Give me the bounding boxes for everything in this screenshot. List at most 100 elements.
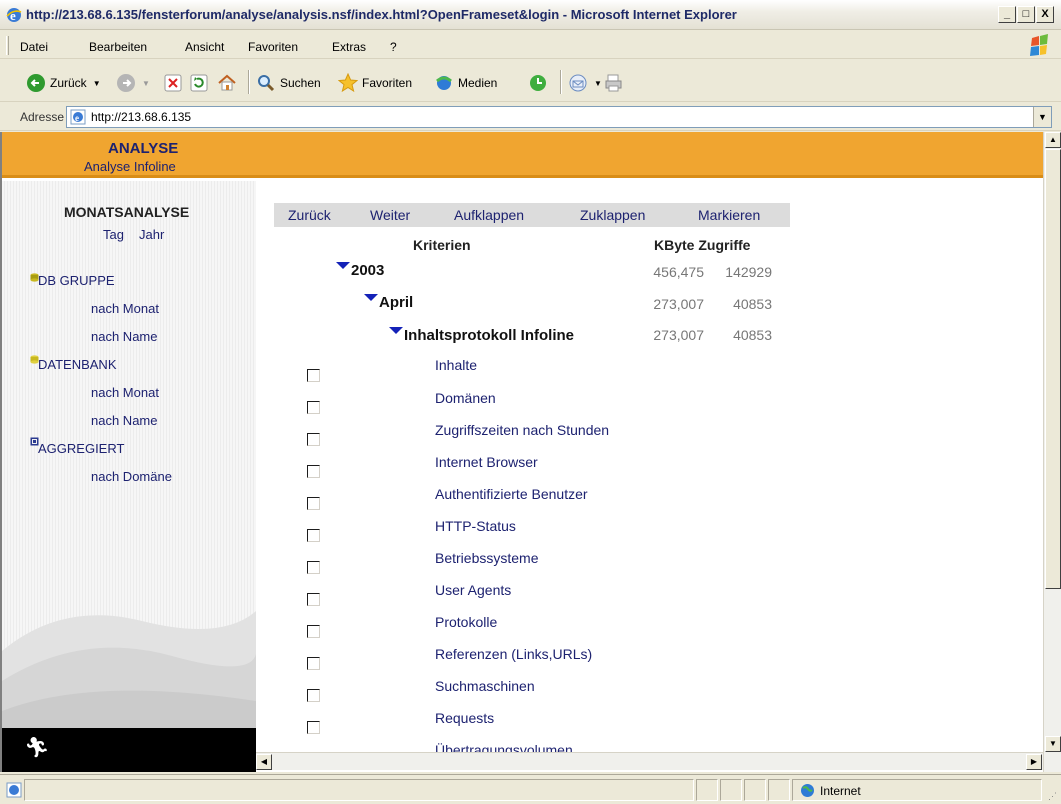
checkbox-inhalte[interactable]: [307, 369, 320, 382]
action-zurueck[interactable]: Zurück: [288, 207, 331, 223]
minimize-button[interactable]: _: [998, 6, 1016, 23]
report-link-domaenen[interactable]: Domänen: [435, 390, 496, 406]
menu-favoriten[interactable]: Favoriten: [248, 40, 298, 54]
media-icon: [436, 76, 452, 90]
history-icon: [530, 75, 546, 91]
report-link-zugriffszeiten[interactable]: Zugriffszeiten nach Stunden: [435, 422, 609, 438]
print-button[interactable]: [604, 72, 628, 94]
report-link-betriebssysteme[interactable]: Betriebssysteme: [435, 550, 538, 566]
resize-grip-icon[interactable]: ⋰: [1048, 791, 1057, 802]
favorites-button[interactable]: Favoriten: [338, 72, 412, 94]
search-label: Suchen: [280, 76, 321, 90]
report-link-http-status[interactable]: HTTP-Status: [435, 518, 516, 534]
report-link-authentifizierte-benutzer[interactable]: Authentifizierte Benutzer: [435, 486, 588, 502]
report-link-requests[interactable]: Requests: [435, 710, 494, 726]
checkbox-requests[interactable]: [307, 721, 320, 734]
checkbox-referenzen[interactable]: [307, 657, 320, 670]
expand-triangle-icon[interactable]: [389, 327, 403, 334]
action-markieren[interactable]: Markieren: [698, 207, 760, 223]
sidebar-link-db-gruppe-monat[interactable]: nach Monat: [91, 301, 159, 316]
horizontal-scrollbar[interactable]: ◀ ▶: [256, 752, 1043, 770]
maximize-button[interactable]: □: [1017, 6, 1035, 23]
sidebar-link-aggregiert-domaene[interactable]: nach Domäne: [91, 469, 172, 484]
address-dropdown-icon[interactable]: ▼: [1033, 107, 1051, 127]
mail-button[interactable]: ▼: [568, 72, 602, 94]
status-message: [24, 779, 694, 801]
action-weiter[interactable]: Weiter: [370, 207, 410, 223]
running-man-icon[interactable]: 🏃︎: [24, 735, 49, 760]
checkbox-protokolle[interactable]: [307, 625, 320, 638]
tree-node-label: April: [379, 294, 414, 311]
tree-node-2003[interactable]: 2003: [336, 262, 384, 279]
action-zuklappen[interactable]: Zuklappen: [580, 207, 645, 223]
tree-node-inhaltsprotokoll[interactable]: Inhaltsprotokoll Infoline: [389, 327, 574, 344]
ie-logo-icon: e: [6, 8, 22, 23]
sidebar-link-tag[interactable]: Tag: [103, 227, 124, 242]
window-titlebar: e http://213.68.6.135/fensterforum/analy…: [0, 0, 1061, 30]
toolbar-grip[interactable]: [6, 36, 9, 55]
refresh-button[interactable]: [190, 72, 212, 94]
checkbox-http-status[interactable]: [307, 529, 320, 542]
sidebar-item-aggregiert[interactable]: AGGREGIERT: [38, 441, 124, 456]
menu-bar: Datei Bearbeiten Ansicht Favoriten Extra…: [0, 32, 1061, 59]
sidebar-link-db-gruppe-name[interactable]: nach Name: [91, 329, 157, 344]
report-link-user-agents[interactable]: User Agents: [435, 582, 511, 598]
checkbox-user-agents[interactable]: [307, 593, 320, 606]
menu-datei[interactable]: Datei: [20, 40, 48, 54]
search-icon: [258, 75, 275, 92]
checkbox-internet-browser[interactable]: [307, 465, 320, 478]
close-button[interactable]: X: [1036, 6, 1054, 23]
mail-dropdown-icon[interactable]: ▼: [594, 79, 602, 88]
address-label: Adresse: [20, 110, 65, 124]
vertical-scroll-thumb[interactable]: [1045, 149, 1061, 589]
tree-node-april[interactable]: April: [364, 294, 413, 311]
back-dropdown-icon[interactable]: ▼: [93, 79, 101, 88]
menu-help[interactable]: ?: [390, 40, 397, 54]
report-link-suchmaschinen[interactable]: Suchmaschinen: [435, 678, 535, 694]
report-link-referenzen[interactable]: Referenzen (Links,URLs): [435, 646, 592, 662]
checkbox-domaenen[interactable]: [307, 401, 320, 414]
sidebar-title: MONATSANALYSE: [64, 204, 190, 220]
action-aufklappen[interactable]: Aufklappen: [454, 207, 524, 223]
vertical-scrollbar[interactable]: ▲ ▼: [1043, 132, 1061, 772]
search-button[interactable]: Suchen: [256, 72, 321, 94]
sidebar-link-jahr[interactable]: Jahr: [139, 227, 164, 242]
history-button[interactable]: [528, 72, 552, 94]
forward-button[interactable]: ▼: [116, 72, 150, 94]
scroll-left-icon[interactable]: ◀: [256, 754, 272, 770]
home-button[interactable]: [217, 72, 241, 94]
banner-title: ANALYSE: [108, 140, 179, 157]
media-label: Medien: [458, 76, 498, 90]
scroll-right-icon[interactable]: ▶: [1026, 754, 1042, 770]
main-pane: Zurück Weiter Aufklappen Zuklappen Marki…: [256, 181, 1043, 772]
sidebar-link-datenbank-name[interactable]: nach Name: [91, 413, 157, 428]
address-input[interactable]: e http://213.68.6.135 ▼: [66, 106, 1052, 128]
kbyte-value: 273,007: [653, 296, 704, 312]
forward-dropdown-icon[interactable]: ▼: [142, 79, 150, 88]
address-bar: Adresse e http://213.68.6.135 ▼: [0, 103, 1061, 131]
report-link-inhalte[interactable]: Inhalte: [435, 357, 477, 373]
checkbox-betriebssysteme[interactable]: [307, 561, 320, 574]
scroll-up-icon[interactable]: ▲: [1045, 132, 1061, 148]
expand-triangle-icon[interactable]: [336, 262, 350, 269]
status-cell: [744, 779, 766, 801]
stop-button[interactable]: [164, 72, 186, 94]
checkbox-suchmaschinen[interactable]: [307, 689, 320, 702]
checkbox-zugriffszeiten[interactable]: [307, 433, 320, 446]
menu-ansicht[interactable]: Ansicht: [185, 40, 224, 54]
scroll-down-icon[interactable]: ▼: [1045, 736, 1061, 752]
report-link-internet-browser[interactable]: Internet Browser: [435, 454, 538, 470]
expand-triangle-icon[interactable]: [364, 294, 378, 301]
favorites-label: Favoriten: [362, 76, 413, 90]
sidebar-item-db-gruppe[interactable]: DB GRUPPE: [38, 273, 115, 288]
back-button[interactable]: Zurück ▼: [26, 72, 101, 94]
media-button[interactable]: Medien: [434, 72, 497, 94]
menu-extras[interactable]: Extras: [332, 40, 366, 54]
sidebar-item-datenbank[interactable]: DATENBANK: [38, 357, 117, 372]
report-link-protokolle[interactable]: Protokolle: [435, 614, 497, 630]
menu-bearbeiten[interactable]: Bearbeiten: [89, 40, 147, 54]
checkbox-authentifizierte-benutzer[interactable]: [307, 497, 320, 510]
sidebar-link-datenbank-monat[interactable]: nach Monat: [91, 385, 159, 400]
header-banner: ANALYSE Analyse Infoline: [2, 132, 1043, 178]
kbyte-value: 456,475: [653, 264, 704, 280]
